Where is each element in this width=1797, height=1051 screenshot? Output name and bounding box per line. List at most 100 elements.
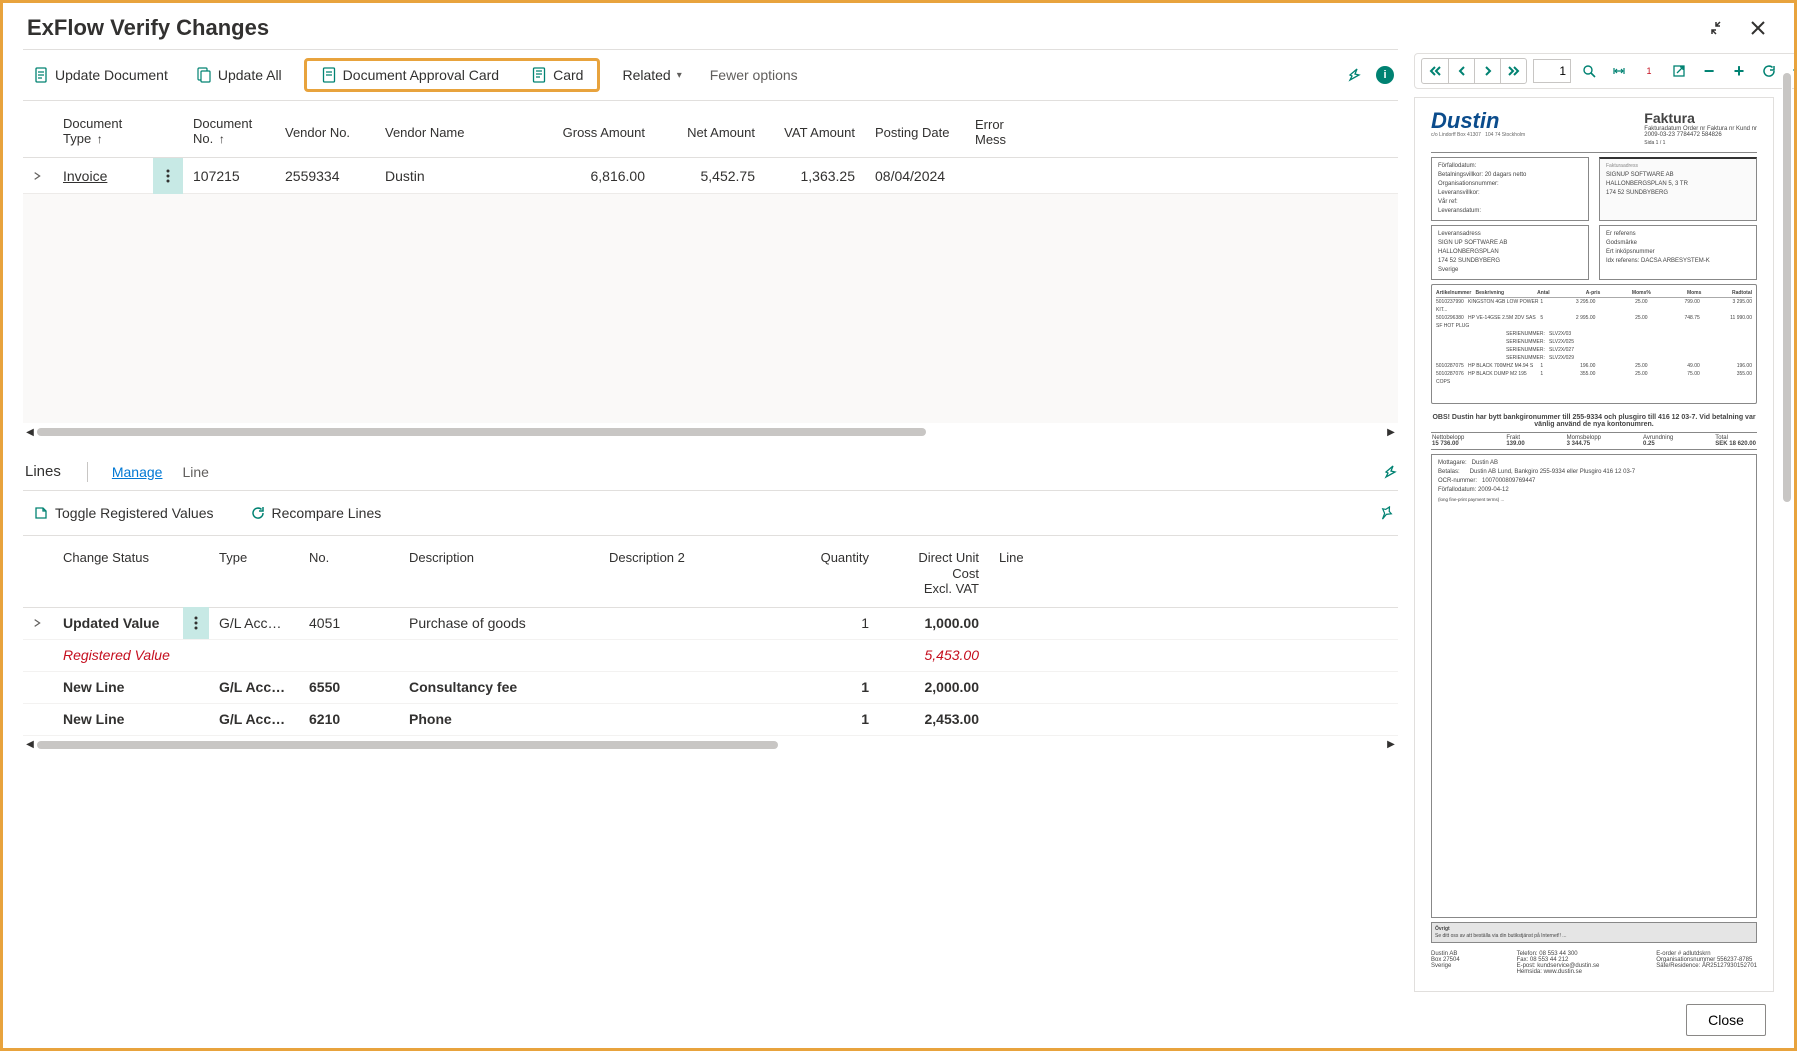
card-icon: [531, 67, 547, 83]
scroll-left-icon[interactable]: ◀: [23, 738, 37, 752]
last-page-button[interactable]: [1500, 59, 1526, 83]
close-icon[interactable]: [1746, 16, 1770, 40]
cell-vat: 1,363.25: [765, 168, 865, 184]
cell-change-status: Updated Value: [53, 615, 183, 631]
col-change-status[interactable]: Change Status: [53, 542, 183, 601]
update-document-button[interactable]: Update Document: [27, 63, 174, 87]
cell-type: G/L Accou…: [209, 679, 299, 695]
cell-change-status: New Line: [53, 679, 183, 695]
cell-posting-date: 08/04/2024: [865, 168, 965, 184]
prev-page-button[interactable]: [1448, 59, 1474, 83]
lines-title: Lines: [23, 463, 63, 480]
cell-vendor-no[interactable]: 2559334: [285, 168, 340, 184]
col-description2[interactable]: Description 2: [599, 542, 759, 601]
refresh-icon: [250, 505, 266, 521]
col-document-type[interactable]: DocumentType ↑: [53, 101, 153, 157]
scroll-thumb[interactable]: [37, 428, 926, 436]
cell-direct-cost: 5,453.00: [879, 647, 989, 663]
row-indicator-icon[interactable]: [23, 617, 53, 629]
col-error-mess[interactable]: Error Mess: [965, 101, 1035, 157]
cell-change-status: New Line: [53, 711, 183, 727]
lines-row[interactable]: Updated Value G/L Account 4051 Purchase …: [23, 608, 1398, 640]
col-vendor-name[interactable]: Vendor Name: [375, 109, 545, 150]
lines-horizontal-scrollbar[interactable]: ◀ ▶: [23, 736, 1398, 754]
col-line[interactable]: Line: [989, 542, 1029, 601]
col-no[interactable]: No.: [299, 542, 399, 601]
row-more-button[interactable]: [153, 158, 183, 194]
highlighted-actions: Document Approval Card Card: [304, 58, 601, 92]
scroll-left-icon[interactable]: ◀: [23, 425, 37, 439]
cell-direct-cost: 2,453.00: [879, 711, 989, 727]
col-gross-amount[interactable]: Gross Amount: [545, 109, 655, 150]
scroll-right-icon[interactable]: ▶: [1384, 425, 1398, 439]
col-quantity[interactable]: Quantity: [759, 542, 879, 601]
separator: [87, 462, 88, 482]
close-button[interactable]: Close: [1686, 1004, 1766, 1036]
document-icon: [33, 67, 49, 83]
scroll-right-icon[interactable]: ▶: [1384, 738, 1398, 752]
zoom-in-button[interactable]: +: [1727, 59, 1751, 83]
related-label: Related: [622, 67, 670, 83]
col-direct-cost[interactable]: Direct Unit CostExcl. VAT: [879, 542, 989, 601]
row-indicator-icon[interactable]: [23, 170, 53, 182]
page-badge: 1: [1637, 59, 1661, 83]
cell-gross: 6,816.00: [545, 168, 655, 184]
lines-row[interactable]: New Line G/L Accou… 6550 Consultancy fee…: [23, 672, 1398, 704]
lines-share-icon[interactable]: [1380, 463, 1398, 481]
cell-no: 4051: [299, 615, 399, 631]
toggle-registered-label: Toggle Registered Values: [55, 505, 214, 521]
cell-description: Consultancy fee: [399, 679, 599, 695]
cell-quantity: 1: [759, 615, 879, 631]
fit-width-icon[interactable]: [1607, 59, 1631, 83]
lines-row[interactable]: New Line G/L Accou… 6210 Phone 1 2,453.0…: [23, 704, 1398, 736]
tab-line[interactable]: Line: [182, 464, 208, 480]
card-button[interactable]: Card: [525, 63, 589, 87]
col-net-amount[interactable]: Net Amount: [655, 109, 765, 150]
related-dropdown[interactable]: Related ▾: [616, 63, 687, 87]
lines-header-sel: [23, 542, 53, 601]
info-icon[interactable]: i: [1376, 66, 1394, 84]
tab-manage[interactable]: Manage: [112, 464, 163, 480]
fewer-options-button[interactable]: Fewer options: [704, 63, 804, 87]
cell-direct-cost: 2,000.00: [879, 679, 989, 695]
first-page-button[interactable]: [1422, 59, 1448, 83]
cell-net: 5,452.75: [655, 168, 765, 184]
recompare-lines-button[interactable]: Recompare Lines: [244, 501, 388, 525]
cell-no: 6210: [299, 711, 399, 727]
cell-change-status: Registered Value: [53, 647, 183, 663]
refresh-button[interactable]: [1757, 59, 1781, 83]
toggle-registered-values-button[interactable]: Toggle Registered Values: [27, 501, 220, 525]
row-more-button[interactable]: [183, 607, 209, 639]
lines-row[interactable]: Registered Value 5,453.00: [23, 640, 1398, 672]
col-vat-amount[interactable]: VAT Amount: [765, 109, 865, 150]
open-external-icon[interactable]: [1667, 59, 1691, 83]
recompare-label: Recompare Lines: [272, 505, 382, 521]
preview-vertical-scrollbar[interactable]: [1782, 73, 1792, 788]
doc-obs-text: OBS! Dustin har bytt bankgironummer till…: [1431, 414, 1757, 428]
document-approval-card-button[interactable]: Document Approval Card: [315, 63, 505, 87]
share-icon[interactable]: [1344, 66, 1362, 84]
col-posting-date[interactable]: Posting Date: [865, 109, 965, 150]
update-all-button[interactable]: Update All: [190, 63, 288, 87]
cell-doc-type[interactable]: Invoice: [63, 168, 107, 184]
zoom-out-button[interactable]: −: [1697, 59, 1721, 83]
col-description[interactable]: Description: [399, 542, 599, 601]
restore-window-icon[interactable]: [1706, 16, 1730, 40]
document-stack-icon: [196, 67, 212, 83]
table-row[interactable]: Invoice 107215 2559334 Dustin 6,816.00 5…: [23, 158, 1398, 194]
col-type[interactable]: Type: [209, 542, 299, 601]
page-number-input[interactable]: [1533, 59, 1571, 83]
col-vendor-no[interactable]: Vendor No.: [275, 109, 375, 150]
horizontal-scrollbar[interactable]: ◀ ▶: [23, 423, 1398, 441]
cell-no: 6550: [299, 679, 399, 695]
page-title: ExFlow Verify Changes: [27, 15, 269, 41]
cell-vendor-name: Dustin: [375, 168, 545, 184]
doc-logo: Dustin: [1431, 110, 1525, 132]
pin-icon[interactable]: [1375, 502, 1397, 524]
update-document-label: Update Document: [55, 67, 168, 83]
next-page-button[interactable]: [1474, 59, 1500, 83]
scroll-thumb[interactable]: [37, 741, 778, 749]
col-document-no[interactable]: DocumentNo. ↑: [183, 101, 275, 157]
zoom-icon[interactable]: [1577, 59, 1601, 83]
preview-scroll-thumb[interactable]: [1783, 73, 1791, 502]
